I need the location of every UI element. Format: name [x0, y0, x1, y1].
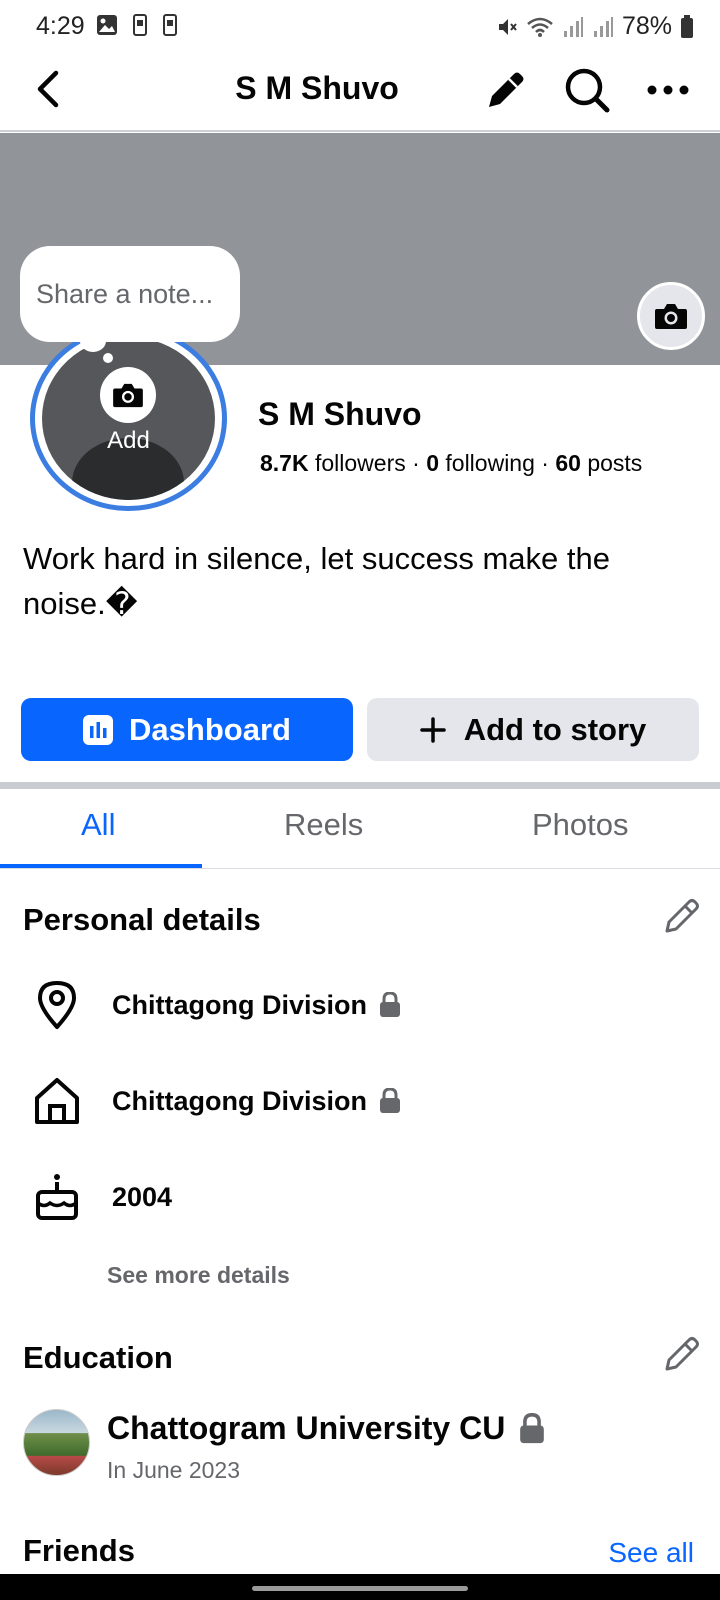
home-icon [30, 1074, 84, 1128]
pencil-outline-icon [665, 1337, 699, 1371]
personal-details-title: Personal details [23, 902, 261, 937]
add-profile-photo-button[interactable] [100, 367, 156, 423]
note-placeholder: Share a note... [36, 278, 214, 309]
signal-icon [563, 16, 583, 37]
detail-row-location: Chittagong Division [30, 978, 401, 1032]
profile-stats: 8.7K followers · 0 following · 60 posts [260, 450, 642, 477]
detail-row-hometown: Chittagong Division [30, 1074, 401, 1128]
profile-name: S M Shuvo [258, 396, 422, 432]
followers-count[interactable]: 8.7K [260, 450, 309, 476]
camera-icon [113, 383, 143, 408]
more-button[interactable] [642, 64, 694, 116]
note-bubble-tail [80, 330, 106, 352]
lock-icon [520, 1412, 545, 1443]
school-thumbnail[interactable] [23, 1409, 90, 1476]
stat-separator: · [412, 450, 420, 476]
see-all-friends-link[interactable]: See all [608, 1537, 694, 1569]
plus-icon [419, 716, 446, 743]
school-name-row[interactable]: Chattogram University CU [107, 1410, 545, 1447]
home-gesture-handle[interactable] [252, 1586, 468, 1591]
pencil-outline-icon [665, 899, 699, 933]
location-pin-icon [30, 978, 84, 1032]
image-notification-icon [97, 15, 117, 35]
tab-all[interactable]: All [81, 807, 115, 843]
see-more-details-link[interactable]: See more details [107, 1262, 290, 1289]
posts-count: 60 [555, 450, 581, 476]
add-to-story-button[interactable]: Add to story [367, 698, 699, 761]
notification-icons [96, 14, 178, 36]
header: S M Shuvo [0, 52, 720, 132]
edit-profile-button[interactable] [480, 64, 532, 116]
following-label[interactable]: following [445, 450, 535, 476]
share-note-bubble[interactable]: Share a note... [20, 246, 240, 342]
avatar[interactable]: Add [42, 337, 215, 500]
mute-icon [498, 18, 517, 35]
status-bar: 4:29 78% [0, 0, 720, 52]
signal-icon-2 [593, 16, 613, 37]
detail-text: Chittagong Division [112, 1085, 367, 1116]
section-divider [0, 782, 720, 789]
search-icon [565, 68, 610, 113]
edit-personal-details-button[interactable] [660, 894, 704, 938]
phone-notification-icon [133, 14, 147, 36]
school-date: In June 2023 [107, 1457, 241, 1483]
lock-icon [379, 1088, 400, 1113]
tab-reels[interactable]: Reels [284, 807, 363, 843]
edit-education-button[interactable] [660, 1332, 704, 1376]
battery-icon [681, 14, 693, 38]
profile-bio: Work hard in silence, let success make t… [23, 541, 610, 621]
status-right: 78% [496, 12, 694, 41]
status-time: 4:29 [36, 12, 85, 40]
posts-label: posts [587, 450, 643, 476]
profile-tabs: All Reels Photos [0, 789, 720, 869]
dashboard-label: Dashboard [129, 711, 291, 747]
phone-notification-icon-2 [163, 14, 177, 36]
wifi-icon [527, 17, 553, 37]
birthday-cake-icon [30, 1170, 84, 1224]
stat-separator: · [541, 450, 549, 476]
page-title: S M Shuvo [235, 70, 399, 106]
bar-chart-icon [83, 714, 114, 745]
dashboard-button[interactable]: Dashboard [21, 698, 353, 761]
school-name: Chattogram University CU [107, 1410, 506, 1446]
edit-cover-button[interactable] [637, 282, 705, 350]
search-button[interactable] [561, 64, 613, 116]
following-count[interactable]: 0 [426, 450, 439, 476]
avatar-add-label: Add [107, 427, 150, 454]
active-tab-indicator [0, 864, 202, 868]
add-to-story-label: Add to story [463, 711, 647, 747]
note-bubble-tail-dot [103, 353, 113, 363]
camera-icon [655, 304, 687, 329]
lock-icon [379, 992, 400, 1017]
detail-text: Chittagong Division [112, 989, 367, 1020]
tab-photos[interactable]: Photos [532, 807, 629, 843]
pencil-icon [489, 72, 524, 107]
detail-text: 2004 [112, 1181, 173, 1212]
education-title: Education [23, 1340, 173, 1375]
followers-label[interactable]: followers [315, 450, 406, 476]
battery-percent: 78% [621, 12, 672, 40]
detail-row-birthday: 2004 [30, 1170, 172, 1224]
more-icon [647, 85, 689, 95]
friends-title: Friends [23, 1533, 135, 1568]
